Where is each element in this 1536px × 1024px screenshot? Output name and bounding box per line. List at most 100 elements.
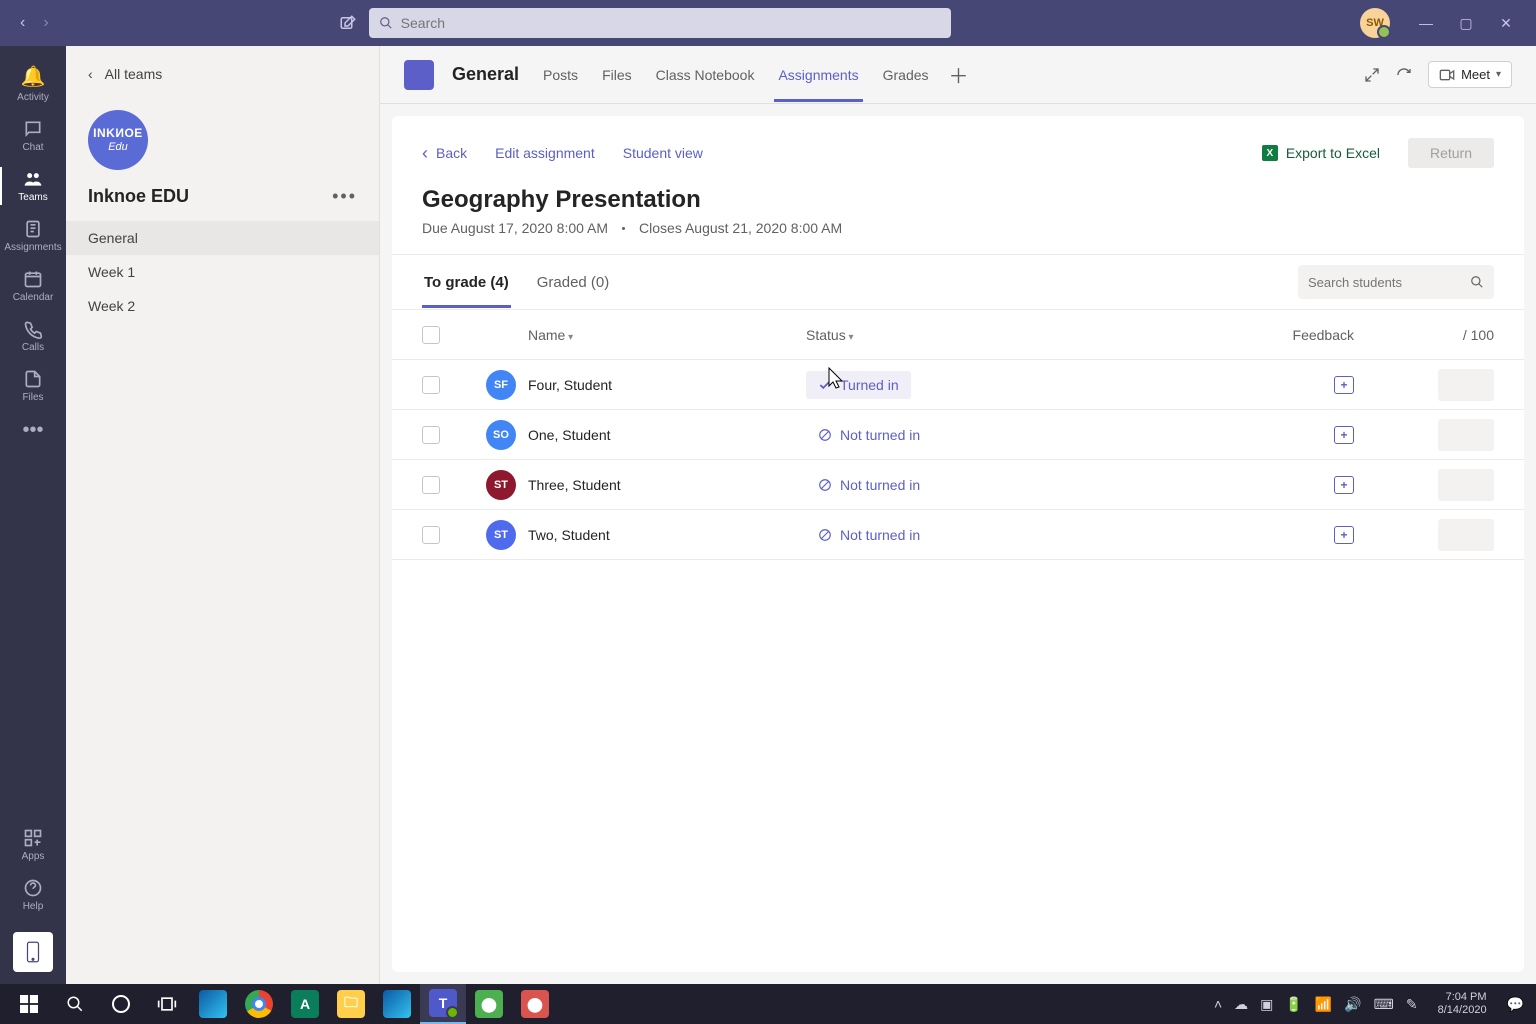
status-badge[interactable]: Not turned in: [806, 471, 932, 499]
tab-classnotebook[interactable]: Class Notebook: [652, 49, 759, 101]
edit-assignment-link[interactable]: Edit assignment: [495, 145, 595, 161]
student-avatar: ST: [486, 520, 516, 550]
task-view[interactable]: [144, 984, 190, 1024]
windows-taskbar: A 🗀 T ⬤ ⬤ ˄ ☁ ▣ 🔋 📶 🔊 ⌨ ✎ 7:04 PM 8/14/2…: [0, 984, 1536, 1024]
add-tab-icon[interactable]: ＋: [949, 60, 969, 89]
tab-posts[interactable]: Posts: [539, 49, 582, 101]
window-minimize-icon[interactable]: ―: [1406, 15, 1446, 31]
rail-mobile-button[interactable]: [13, 932, 53, 972]
taskbar-clock[interactable]: 7:04 PM 8/14/2020: [1430, 991, 1495, 1016]
nav-back-icon[interactable]: ‹: [20, 14, 25, 32]
col-name[interactable]: Name: [486, 327, 806, 343]
rail-more[interactable]: •••: [0, 411, 66, 453]
status-badge[interactable]: Not turned in: [806, 521, 932, 549]
taskbar-search[interactable]: [52, 984, 98, 1024]
status-icon: [818, 378, 832, 392]
col-status[interactable]: Status: [806, 327, 1106, 343]
row-checkbox[interactable]: [422, 526, 440, 544]
row-checkbox[interactable]: [422, 376, 440, 394]
tray-chevron-icon[interactable]: ˄: [1214, 996, 1222, 1012]
channel-week2[interactable]: Week 2: [66, 289, 379, 323]
search-students-input[interactable]: [1308, 275, 1470, 290]
status-badge[interactable]: Turned in: [806, 371, 911, 399]
assignment-toolbar: ‹ Back Edit assignment Student view Expo…: [392, 116, 1524, 178]
language-icon[interactable]: ⌨: [1374, 996, 1394, 1013]
team-avatar[interactable]: INKИOE Edu: [88, 110, 148, 170]
pen-icon[interactable]: ✎: [1406, 996, 1418, 1013]
tab-grades[interactable]: Grades: [879, 49, 933, 101]
feedback-icon[interactable]: [1334, 476, 1354, 494]
table-row[interactable]: SOOne, StudentNot turned in: [392, 410, 1524, 460]
window-maximize-icon[interactable]: ▢: [1446, 15, 1486, 32]
battery-icon[interactable]: 🔋: [1285, 996, 1302, 1013]
taskbar-chrome[interactable]: [236, 984, 282, 1024]
taskbar-cortana[interactable]: [98, 984, 144, 1024]
grade-input[interactable]: [1438, 419, 1494, 451]
rail-label: Apps: [22, 851, 45, 862]
rail-apps[interactable]: Apps: [0, 820, 66, 870]
channel-avatar-icon: [404, 60, 434, 90]
table-row[interactable]: STThree, StudentNot turned in: [392, 460, 1524, 510]
rail-help[interactable]: Help: [0, 870, 66, 920]
taskbar-snagit[interactable]: ⬤: [512, 984, 558, 1024]
taskbar-edge[interactable]: [190, 984, 236, 1024]
grade-input[interactable]: [1438, 469, 1494, 501]
system-tray[interactable]: ˄ ☁ ▣ 🔋 📶 🔊 ⌨ ✎ 7:04 PM 8/14/2020 💬: [1214, 991, 1530, 1016]
window-close-icon[interactable]: ✕: [1486, 15, 1526, 32]
tab-files[interactable]: Files: [598, 49, 636, 101]
rail-activity[interactable]: 🔔 Activity: [0, 56, 66, 111]
grade-input[interactable]: [1438, 369, 1494, 401]
tab-assignments[interactable]: Assignments: [774, 49, 862, 101]
rail-calls[interactable]: Calls: [0, 311, 66, 361]
search-box[interactable]: [369, 8, 951, 38]
search-icon: [379, 16, 393, 30]
tray-app-icon[interactable]: ▣: [1260, 996, 1273, 1013]
select-all-checkbox[interactable]: [422, 326, 440, 344]
tab-to-grade[interactable]: To grade (4): [422, 258, 511, 307]
taskbar-app-a[interactable]: A: [282, 984, 328, 1024]
refresh-icon[interactable]: [1396, 67, 1412, 83]
rail-teams[interactable]: Teams: [0, 161, 66, 211]
start-button[interactable]: [6, 984, 52, 1024]
expand-icon[interactable]: [1364, 67, 1380, 83]
student-view-link[interactable]: Student view: [623, 145, 703, 161]
wifi-icon[interactable]: 📶: [1315, 996, 1332, 1013]
compose-icon[interactable]: [339, 14, 357, 32]
tab-graded[interactable]: Graded (0): [535, 258, 612, 307]
onedrive-icon[interactable]: ☁: [1234, 996, 1248, 1013]
profile-avatar[interactable]: SW: [1360, 8, 1390, 38]
rail-assignments[interactable]: Assignments: [0, 211, 66, 261]
rail-chat[interactable]: Chat: [0, 111, 66, 161]
feedback-icon[interactable]: [1334, 426, 1354, 444]
taskbar-edge2[interactable]: [374, 984, 420, 1024]
table-row[interactable]: STTwo, StudentNot turned in: [392, 510, 1524, 560]
rail-files[interactable]: Files: [0, 361, 66, 411]
notifications-icon[interactable]: 💬: [1507, 996, 1524, 1013]
rail-label: Activity: [17, 92, 49, 103]
channel-week1[interactable]: Week 1: [66, 255, 379, 289]
nav-forward-icon[interactable]: ›: [43, 14, 48, 32]
feedback-icon[interactable]: [1334, 376, 1354, 394]
student-name: One, Student: [528, 427, 611, 443]
feedback-icon[interactable]: [1334, 526, 1354, 544]
taskbar-camtasia[interactable]: ⬤: [466, 984, 512, 1024]
row-checkbox[interactable]: [422, 476, 440, 494]
all-teams-link[interactable]: ‹ All teams: [66, 56, 379, 92]
rail-label: Teams: [18, 192, 47, 203]
separator-dot-icon: [622, 227, 625, 230]
row-checkbox[interactable]: [422, 426, 440, 444]
meet-button[interactable]: Meet ▾: [1428, 61, 1512, 88]
status-badge[interactable]: Not turned in: [806, 421, 932, 449]
back-button[interactable]: ‹ Back: [422, 143, 467, 164]
rail-calendar[interactable]: Calendar: [0, 261, 66, 311]
channel-general[interactable]: General: [66, 221, 379, 255]
taskbar-teams[interactable]: T: [420, 984, 466, 1024]
team-more-icon[interactable]: •••: [332, 186, 357, 207]
search-input[interactable]: [401, 15, 941, 31]
taskbar-explorer[interactable]: 🗀: [328, 984, 374, 1024]
export-excel-button[interactable]: Export to Excel: [1262, 145, 1380, 161]
table-row[interactable]: SFFour, StudentTurned in: [392, 360, 1524, 410]
grade-input[interactable]: [1438, 519, 1494, 551]
volume-icon[interactable]: 🔊: [1344, 996, 1361, 1013]
search-students-box[interactable]: [1298, 265, 1494, 299]
